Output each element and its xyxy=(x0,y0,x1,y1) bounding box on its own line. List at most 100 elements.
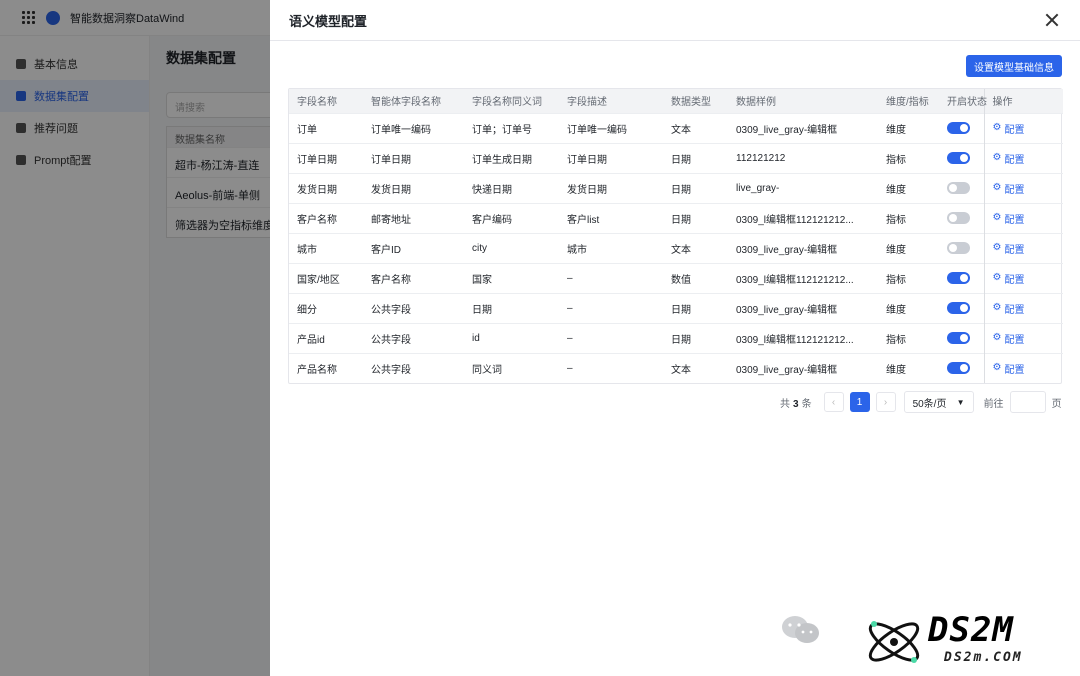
column-header: 字段名称 xyxy=(289,89,363,113)
caret-down-icon: ▼ xyxy=(956,397,965,407)
cell-synonyms: 客户编码 xyxy=(464,202,559,233)
enable-toggle[interactable] xyxy=(947,212,970,224)
cell-name: 细分 xyxy=(289,292,363,323)
configure-link[interactable]: ⚙ 配置 xyxy=(993,241,1025,256)
column-header: 字段描述 xyxy=(559,89,663,113)
cell-type: 文本 xyxy=(663,232,728,263)
wechat-icon xyxy=(782,616,819,643)
cell-type: 日期 xyxy=(663,292,728,323)
cell-name: 国家/地区 xyxy=(289,262,363,293)
configure-label: 配置 xyxy=(1004,274,1025,286)
toggle-knob xyxy=(949,214,957,222)
configure-link[interactable]: ⚙ 配置 xyxy=(993,181,1025,196)
gear-icon: ⚙ xyxy=(992,152,1002,163)
cell-desc: 发货日期 xyxy=(559,172,663,203)
configure-link[interactable]: ⚙ 配置 xyxy=(993,301,1025,316)
cell-enabled xyxy=(939,112,984,143)
configure-link[interactable]: ⚙ 配置 xyxy=(993,271,1025,286)
cell-synonyms: id xyxy=(464,322,559,353)
cell-sample: live_gray- xyxy=(728,172,878,203)
cell-action: ⚙ 配置 xyxy=(983,142,1063,173)
table-row: 产品名称 公共字段 同义词 – 文本 0309_live_gray-编辑框 维度 ⚙ 配置 xyxy=(289,352,1063,383)
cell-action: ⚙ 配置 xyxy=(983,262,1063,293)
toggle-knob xyxy=(949,184,957,192)
cell-agent-name: 客户名称 xyxy=(363,262,464,293)
goto-page-input[interactable] xyxy=(1009,391,1046,413)
drawer-title: 语义模型配置 xyxy=(289,13,368,29)
configure-link[interactable]: ⚙ 配置 xyxy=(993,331,1025,346)
enable-toggle[interactable] xyxy=(947,272,970,284)
cell-action: ⚙ 配置 xyxy=(983,232,1063,263)
page-size-select[interactable]: 50条/页 ▼ xyxy=(903,391,974,413)
enable-toggle[interactable] xyxy=(947,242,970,254)
cell-enabled xyxy=(939,202,984,233)
enable-toggle[interactable] xyxy=(947,122,970,134)
cell-type: 日期 xyxy=(663,142,728,173)
chevron-left-icon[interactable]: ‹ xyxy=(823,392,844,412)
configure-label: 配置 xyxy=(1004,184,1025,196)
column-header: 智能体字段名称 xyxy=(363,89,464,113)
toggle-knob xyxy=(960,334,968,342)
cell-action: ⚙ 配置 xyxy=(983,202,1063,233)
cell-action: ⚙ 配置 xyxy=(983,292,1063,323)
total-prefix: 共 xyxy=(780,398,790,410)
gear-icon: ⚙ xyxy=(992,182,1002,193)
pagination: 共3条 ‹ 1 › 50条/页 ▼ 前往 页 xyxy=(780,391,1062,413)
cell-dim: 维度 xyxy=(878,232,939,263)
close-icon[interactable] xyxy=(1044,12,1060,28)
table-row: 城市 客户ID city 城市 文本 0309_live_gray-编辑框 维度 ⚙ 配置 xyxy=(289,232,1063,263)
toggle-knob xyxy=(960,304,968,312)
cell-dim: 指标 xyxy=(878,322,939,353)
chevron-right-icon[interactable]: › xyxy=(875,392,896,412)
cell-desc: 城市 xyxy=(559,232,663,263)
cell-name: 客户名称 xyxy=(289,202,363,233)
set-model-basic-info-button[interactable]: 设置模型基础信息 xyxy=(966,55,1062,77)
total-value: 3 xyxy=(793,398,799,410)
enable-toggle[interactable] xyxy=(947,332,970,344)
enable-toggle[interactable] xyxy=(947,182,970,194)
semantic-model-drawer: 语义模型配置 设置模型基础信息 字段名称 智能体字段名称 字段名称同义词 字段描… xyxy=(270,0,1080,676)
cell-synonyms: 订单；订单号 xyxy=(464,112,559,143)
cell-enabled xyxy=(939,322,984,353)
gear-icon: ⚙ xyxy=(992,122,1002,133)
toggle-knob xyxy=(960,274,968,282)
goto-suffix: 页 xyxy=(1051,398,1062,410)
cell-agent-name: 订单唯一编码 xyxy=(363,112,464,143)
cell-desc: 订单唯一编码 xyxy=(559,112,663,143)
enable-toggle[interactable] xyxy=(947,362,970,375)
column-header: 数据类型 xyxy=(663,89,728,113)
goto-label: 前往 xyxy=(983,398,1004,410)
cell-agent-name: 公共字段 xyxy=(363,322,464,353)
gear-icon: ⚙ xyxy=(992,362,1002,374)
configure-link[interactable]: ⚙ 配置 xyxy=(993,151,1025,166)
cell-dim: 指标 xyxy=(878,202,939,233)
cell-type: 文本 xyxy=(663,352,728,383)
cell-action: ⚙ 配置 xyxy=(983,322,1063,353)
cell-sample: 0309_l编辑框112121212... xyxy=(728,322,878,353)
cell-action: ⚙ 配置 xyxy=(983,352,1063,383)
configure-link[interactable]: ⚙ 配置 xyxy=(993,211,1025,226)
column-header: 操作 xyxy=(983,89,1063,113)
configure-label: 配置 xyxy=(1004,244,1025,256)
total-suffix: 条 xyxy=(801,398,812,410)
cell-dim: 维度 xyxy=(878,172,939,203)
enable-toggle[interactable] xyxy=(947,302,970,314)
cell-desc: 客户list xyxy=(559,202,663,233)
cell-sample: 112121212 xyxy=(728,142,878,173)
cell-name: 产品id xyxy=(289,322,363,353)
cell-enabled xyxy=(939,142,984,173)
cell-type: 文本 xyxy=(663,112,728,143)
configure-label: 配置 xyxy=(1004,124,1025,136)
cell-dim: 维度 xyxy=(878,292,939,323)
configure-label: 配置 xyxy=(1004,214,1025,226)
configure-link[interactable]: ⚙ 配置 xyxy=(993,361,1025,376)
cell-agent-name: 公共字段 xyxy=(363,352,464,383)
configure-link[interactable]: ⚙ 配置 xyxy=(993,121,1025,136)
page-number-button[interactable]: 1 xyxy=(849,392,870,412)
cell-synonyms: city xyxy=(464,232,559,263)
column-header: 开启状态 xyxy=(939,89,987,113)
column-header: 维度/指标 xyxy=(878,89,939,113)
cell-name: 订单 xyxy=(289,112,363,143)
enable-toggle[interactable] xyxy=(947,152,970,164)
column-header: 字段名称同义词 xyxy=(464,89,559,113)
